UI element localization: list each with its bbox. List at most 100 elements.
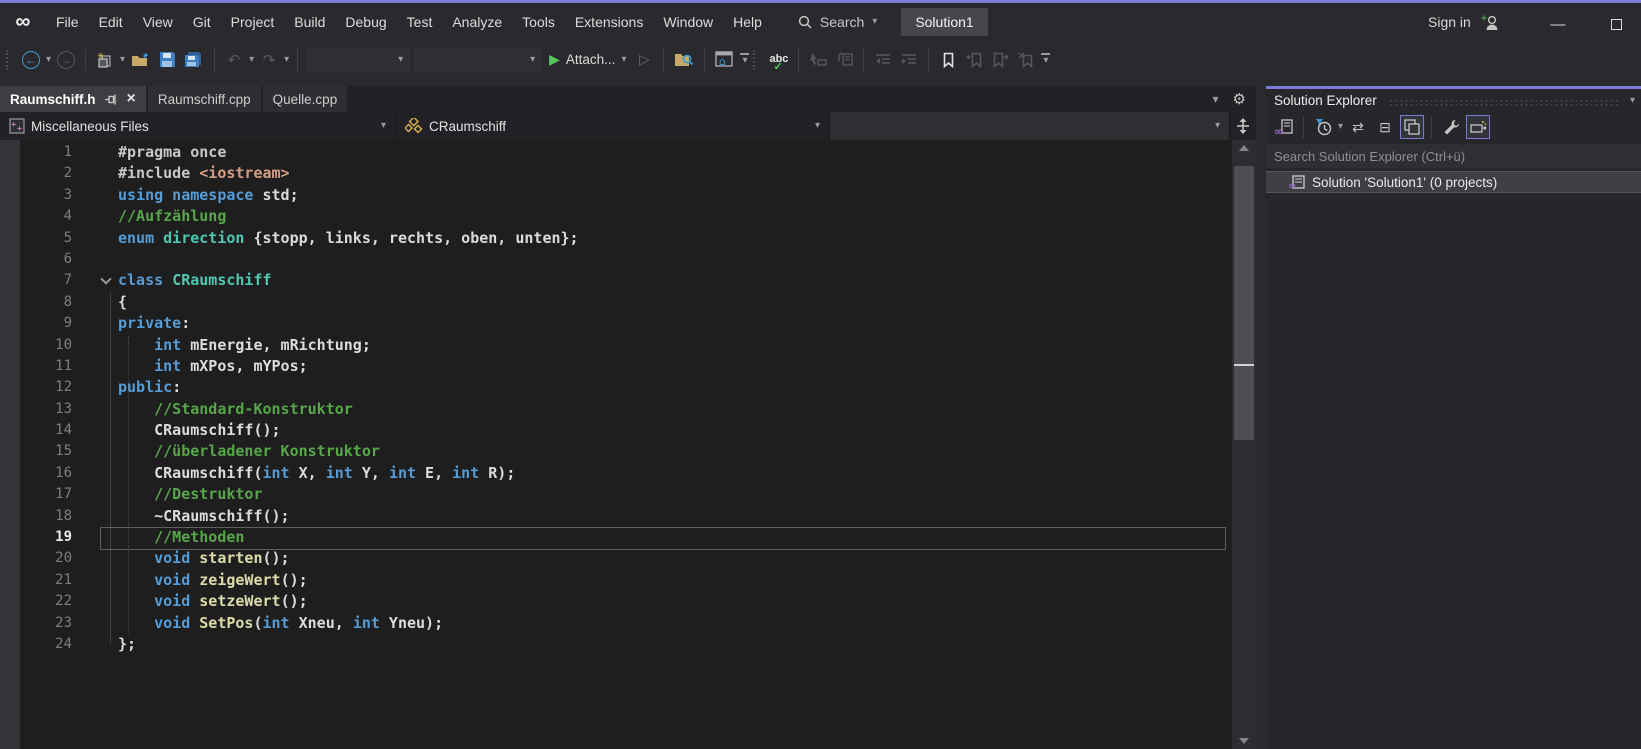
- menu-item-build[interactable]: Build: [284, 5, 335, 39]
- panel-splitter[interactable]: [1256, 86, 1266, 749]
- menu-item-git[interactable]: Git: [183, 5, 221, 39]
- project-scope-dropdown[interactable]: + + Miscellaneous Files ▾: [0, 112, 396, 140]
- menu-item-help[interactable]: Help: [723, 5, 772, 39]
- navigate-back-button[interactable]: ←: [20, 48, 42, 72]
- code-line[interactable]: 13 //Standard-Konstruktor: [0, 399, 1232, 420]
- menu-item-view[interactable]: View: [133, 5, 183, 39]
- close-icon[interactable]: ×: [127, 91, 136, 107]
- code-line[interactable]: 14 CRaumschiff();: [0, 420, 1232, 441]
- menu-item-window[interactable]: Window: [653, 5, 723, 39]
- code-line[interactable]: 18 ~CRaumschiff();: [0, 506, 1232, 527]
- sign-in-button[interactable]: Sign in +: [1428, 13, 1501, 31]
- start-without-debugging-button[interactable]: ▷: [633, 48, 655, 72]
- display-parameter-info-button[interactable]: [833, 48, 855, 72]
- code-line[interactable]: 17 //Destruktor: [0, 484, 1232, 505]
- code-line[interactable]: 22 void setzeWert();: [0, 591, 1232, 612]
- toggle-bookmark-button[interactable]: [937, 48, 959, 72]
- menu-item-test[interactable]: Test: [397, 5, 443, 39]
- undo-button[interactable]: ↶: [223, 48, 245, 72]
- undo-dropdown[interactable]: ▾: [249, 54, 254, 65]
- code-line[interactable]: 5 enum direction {stopp, links, rechts, o…: [0, 228, 1232, 249]
- scrollbar-thumb[interactable]: [1234, 166, 1254, 440]
- code-line[interactable]: 12 public:: [0, 377, 1232, 398]
- preview-selected-items-button[interactable]: [1466, 115, 1491, 139]
- code-line[interactable]: 1 #pragma once: [0, 142, 1232, 163]
- active-files-dropdown[interactable]: ▾: [1213, 93, 1219, 105]
- scroll-down-button[interactable]: [1232, 733, 1256, 749]
- filter-dropdown[interactable]: ▾: [1338, 122, 1343, 132]
- search-control[interactable]: Search ▾: [798, 14, 877, 30]
- attach-dropdown[interactable]: ▾: [621, 54, 626, 65]
- code-line[interactable]: 20 void starten();: [0, 548, 1232, 569]
- redo-button[interactable]: ↷: [258, 48, 280, 72]
- attach-button[interactable]: ▶ Attach... ▾: [549, 51, 626, 68]
- code-line[interactable]: 6: [0, 249, 1232, 270]
- minimize-button[interactable]: —: [1540, 11, 1576, 37]
- decrease-line-indent-button[interactable]: [872, 48, 894, 72]
- code-line[interactable]: 11 int mXPos, mYPos;: [0, 356, 1232, 377]
- menu-item-tools[interactable]: Tools: [512, 5, 565, 39]
- editor-vertical-scrollbar[interactable]: [1232, 140, 1256, 749]
- sync-with-active-document-button[interactable]: ⇄: [1346, 115, 1370, 139]
- code-line[interactable]: 23 void SetPos(int Xneu, int Yneu);: [0, 613, 1232, 634]
- menu-item-extensions[interactable]: Extensions: [565, 5, 653, 39]
- scroll-up-button[interactable]: [1232, 140, 1256, 156]
- code-line[interactable]: 10 int mEnergie, mRichtung;: [0, 335, 1232, 356]
- code-editor[interactable]: 1 #pragma once 2 #include <iostream> 3 using …: [0, 140, 1232, 749]
- show-all-files-button[interactable]: [1400, 115, 1425, 139]
- previous-bookmark-button[interactable]: [963, 48, 985, 72]
- toolbar-overflow-button[interactable]: ▾: [740, 53, 750, 66]
- code-line[interactable]: 15 //überladener Konstruktor: [0, 441, 1232, 462]
- member-scope-dropdown[interactable]: ▾: [830, 112, 1230, 140]
- code-line[interactable]: 7 class CRaumschiff: [0, 270, 1232, 291]
- menu-item-edit[interactable]: Edit: [89, 5, 133, 39]
- code-line[interactable]: 4 //Aufzählung: [0, 206, 1232, 227]
- split-window-button[interactable]: [1230, 112, 1256, 140]
- menu-item-file[interactable]: File: [46, 5, 89, 39]
- pin-icon[interactable]: [104, 93, 117, 106]
- code-line[interactable]: 2 #include <iostream>: [0, 163, 1232, 184]
- code-line[interactable]: 8{: [0, 292, 1232, 313]
- clear-bookmarks-button[interactable]: [1015, 48, 1037, 72]
- toolbar-grip-handle[interactable]: [6, 49, 12, 70]
- solution-badge[interactable]: Solution1: [901, 7, 988, 36]
- type-scope-dropdown[interactable]: CRaumschiff ▾: [396, 112, 830, 140]
- switch-views-button[interactable]: ∞: [1272, 115, 1296, 139]
- properties-button[interactable]: [1439, 115, 1463, 139]
- new-file-button[interactable]: ✳: [94, 48, 116, 72]
- code-line[interactable]: 9 private:: [0, 313, 1232, 334]
- tab-raumschiff-h[interactable]: Raumschiff.h ×: [0, 86, 146, 112]
- maximize-button[interactable]: [1598, 11, 1634, 37]
- tab-raumschiff-cpp[interactable]: Raumschiff.cpp: [147, 86, 261, 112]
- redo-dropdown[interactable]: ▾: [284, 54, 289, 65]
- navigate-back-dropdown[interactable]: ▾: [46, 54, 51, 65]
- tab-quelle-cpp[interactable]: Quelle.cpp: [262, 86, 348, 112]
- gear-icon[interactable]: ⚙: [1233, 90, 1246, 108]
- menu-item-project[interactable]: Project: [221, 5, 285, 39]
- menu-item-debug[interactable]: Debug: [335, 5, 396, 39]
- spell-check-button[interactable]: abc ✓: [767, 48, 790, 73]
- display-member-list-button[interactable]: [807, 48, 829, 72]
- save-button[interactable]: [156, 48, 178, 72]
- solution-explorer-search-input[interactable]: Search Solution Explorer (Ctrl+ü): [1266, 144, 1641, 168]
- pending-changes-filter-button[interactable]: [1311, 115, 1335, 139]
- find-in-files-button[interactable]: [672, 48, 696, 72]
- next-bookmark-button[interactable]: [989, 48, 1011, 72]
- code-line[interactable]: 3 using namespace std;: [0, 185, 1232, 206]
- solution-configurations-dropdown[interactable]: ▾: [306, 47, 411, 72]
- toolbar-overflow-button[interactable]: ▾: [1041, 53, 1051, 66]
- code-line[interactable]: 16 CRaumschiff(int X, int Y, int E, int …: [0, 463, 1232, 484]
- new-file-dropdown[interactable]: ▾: [120, 54, 125, 65]
- collapse-chevron-icon[interactable]: [100, 273, 112, 286]
- window-position-dropdown[interactable]: ▾: [1630, 95, 1635, 106]
- navigate-forward-button[interactable]: →: [55, 48, 77, 72]
- menu-item-analyze[interactable]: Analyze: [442, 5, 512, 39]
- save-all-button[interactable]: [182, 48, 206, 72]
- toolbar-grip-handle[interactable]: [753, 49, 759, 70]
- code-line[interactable]: 24};: [0, 634, 1232, 655]
- solution-explorer-titlebar[interactable]: Solution Explorer ▾: [1266, 89, 1641, 112]
- code-line[interactable]: 21 void zeigeWert();: [0, 570, 1232, 591]
- tree-item-solution[interactable]: ∞ Solution 'Solution1' (0 projects): [1266, 171, 1641, 193]
- sync-with-active-document-button[interactable]: ⌂: [713, 48, 736, 72]
- increase-line-indent-button[interactable]: [898, 48, 920, 72]
